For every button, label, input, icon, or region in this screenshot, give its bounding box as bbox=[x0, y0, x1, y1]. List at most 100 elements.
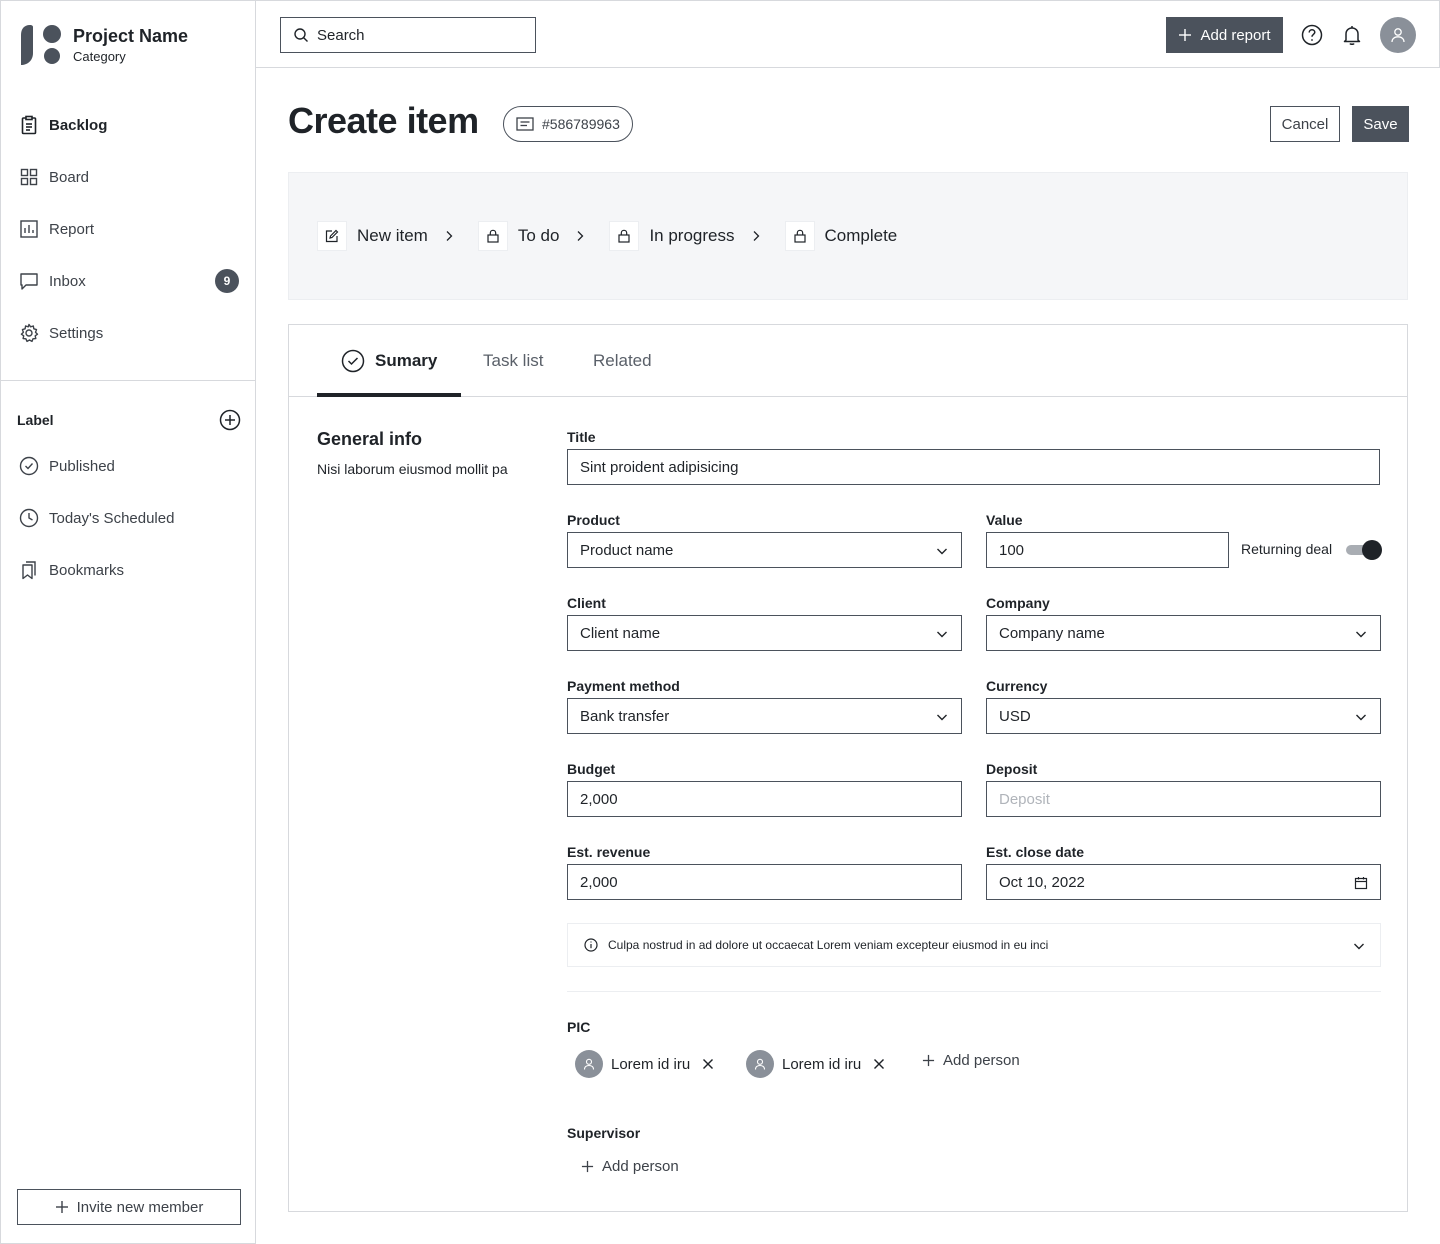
user-icon bbox=[1391, 28, 1405, 43]
chart-icon bbox=[19, 219, 39, 239]
chevron-down-icon bbox=[937, 714, 947, 721]
payment-method-value: Bank transfer bbox=[580, 707, 670, 725]
chevron-right-icon bbox=[575, 230, 585, 242]
pic-add-person-button[interactable]: Add person bbox=[922, 1052, 1020, 1069]
sidebar-item-label: Settings bbox=[49, 324, 104, 342]
calendar-icon[interactable] bbox=[1354, 876, 1368, 890]
toggle-knob bbox=[1362, 540, 1382, 560]
lock-icon bbox=[477, 221, 508, 251]
item-id: #586789963 bbox=[542, 116, 620, 132]
sidebar-item-report[interactable]: Report bbox=[1, 203, 255, 255]
chevron-down-icon bbox=[1354, 943, 1364, 950]
sidebar-item-label: Backlog bbox=[49, 116, 108, 134]
cancel-button[interactable]: Cancel bbox=[1270, 106, 1340, 142]
pic-person-chip: Lorem id iru bbox=[575, 1049, 714, 1079]
clipboard-icon bbox=[19, 115, 39, 135]
label-section-title: Label bbox=[17, 412, 54, 428]
label-item-text: Bookmarks bbox=[49, 561, 125, 579]
chevron-right-icon bbox=[444, 230, 454, 242]
bell-icon[interactable] bbox=[1340, 23, 1364, 47]
est-close-date-input[interactable] bbox=[999, 873, 1368, 891]
add-report-button[interactable]: Add report bbox=[1166, 17, 1283, 53]
chevron-down-icon bbox=[1356, 631, 1366, 638]
title-input[interactable] bbox=[580, 458, 1367, 476]
deposit-input[interactable] bbox=[999, 790, 1368, 808]
tab-label: Related bbox=[593, 351, 652, 370]
step-new-item[interactable]: New item bbox=[317, 221, 428, 251]
topbar: Add report bbox=[256, 0, 1440, 68]
user-icon bbox=[583, 1058, 595, 1070]
invite-member-label: Invite new member bbox=[76, 1198, 204, 1216]
pic-label: PIC bbox=[567, 1019, 591, 1035]
budget-field[interactable] bbox=[567, 781, 962, 817]
project-name: Project Name bbox=[73, 25, 189, 46]
est-revenue-field[interactable] bbox=[567, 864, 962, 900]
client-select[interactable]: Client name bbox=[567, 615, 962, 651]
currency-value: USD bbox=[999, 707, 1031, 725]
search-box[interactable] bbox=[280, 17, 536, 53]
company-value: Company name bbox=[999, 624, 1105, 642]
step-complete[interactable]: Complete bbox=[784, 221, 897, 251]
product-select[interactable]: Product name bbox=[567, 532, 962, 568]
tab-summary[interactable]: Sumary bbox=[341, 325, 437, 397]
sidebar-item-backlog[interactable]: Backlog bbox=[1, 99, 255, 151]
product-label: Product bbox=[567, 512, 620, 528]
help-icon[interactable] bbox=[1300, 23, 1324, 47]
est-revenue-input[interactable] bbox=[580, 873, 949, 891]
payment-method-select[interactable]: Bank transfer bbox=[567, 698, 962, 734]
search-input[interactable] bbox=[317, 26, 517, 44]
value-input[interactable] bbox=[999, 541, 1216, 559]
bookmarks-icon bbox=[19, 560, 39, 580]
sidebar-item-settings[interactable]: Settings bbox=[1, 307, 255, 359]
plus-icon bbox=[922, 1054, 935, 1067]
label-list: Published Today's Scheduled Bookmarks bbox=[1, 440, 255, 596]
returning-deal-toggle[interactable] bbox=[1346, 540, 1382, 560]
sidebar-item-label: Report bbox=[49, 220, 95, 238]
deposit-label: Deposit bbox=[986, 761, 1038, 777]
add-report-label: Add report bbox=[1200, 26, 1271, 44]
close-icon[interactable] bbox=[702, 1058, 714, 1070]
sidebar-item-board[interactable]: Board bbox=[1, 151, 255, 203]
value-field[interactable] bbox=[986, 532, 1229, 568]
tab-task-list[interactable]: Task list bbox=[483, 325, 543, 397]
tab-related[interactable]: Related bbox=[593, 325, 652, 397]
title-field[interactable] bbox=[567, 449, 1380, 485]
chevron-right-icon bbox=[751, 230, 761, 242]
close-icon[interactable] bbox=[873, 1058, 885, 1070]
product-value: Product name bbox=[580, 541, 674, 559]
currency-label: Currency bbox=[986, 678, 1048, 694]
currency-select[interactable]: USD bbox=[986, 698, 1381, 734]
label-item-published[interactable]: Published bbox=[1, 440, 255, 492]
info-accordion[interactable]: Culpa nostrud in ad dolore ut occaecat L… bbox=[567, 923, 1381, 967]
est-close-date-field[interactable] bbox=[986, 864, 1381, 900]
brand[interactable]: Project Name Category bbox=[19, 23, 188, 65]
title-label: Title bbox=[567, 429, 596, 445]
section-description: Nisi laborum eiusmod mollit pa bbox=[317, 461, 508, 477]
person-name: Lorem id iru bbox=[782, 1055, 862, 1073]
budget-input[interactable] bbox=[580, 790, 949, 808]
save-button[interactable]: Save bbox=[1352, 106, 1409, 142]
label-item-todays-scheduled[interactable]: Today's Scheduled bbox=[1, 492, 255, 544]
add-label-icon[interactable] bbox=[219, 409, 241, 431]
step-label: To do bbox=[517, 226, 560, 245]
est-close-date-label: Est. close date bbox=[986, 844, 1085, 860]
company-label: Company bbox=[986, 595, 1050, 611]
label-item-bookmarks[interactable]: Bookmarks bbox=[1, 544, 255, 596]
user-avatar[interactable] bbox=[1380, 17, 1416, 53]
lock-icon bbox=[609, 221, 640, 251]
step-to-do[interactable]: To do bbox=[477, 221, 560, 251]
tab-label: Sumary bbox=[375, 351, 438, 370]
sidebar-item-inbox[interactable]: Inbox 9 bbox=[1, 255, 255, 307]
page-title: Create item bbox=[288, 100, 479, 141]
invite-member-button[interactable]: Invite new member bbox=[17, 1189, 241, 1225]
step-in-progress[interactable]: In progress bbox=[609, 221, 735, 251]
lock-icon bbox=[784, 221, 815, 251]
active-tab-indicator bbox=[317, 393, 461, 397]
logo-icon bbox=[19, 23, 61, 65]
supervisor-add-person-button[interactable]: Add person bbox=[581, 1158, 679, 1175]
info-text: Culpa nostrud in ad dolore ut occaecat L… bbox=[608, 938, 1049, 952]
company-select[interactable]: Company name bbox=[986, 615, 1381, 651]
deposit-field[interactable] bbox=[986, 781, 1381, 817]
client-value: Client name bbox=[580, 624, 661, 642]
tab-label: Task list bbox=[483, 351, 544, 370]
